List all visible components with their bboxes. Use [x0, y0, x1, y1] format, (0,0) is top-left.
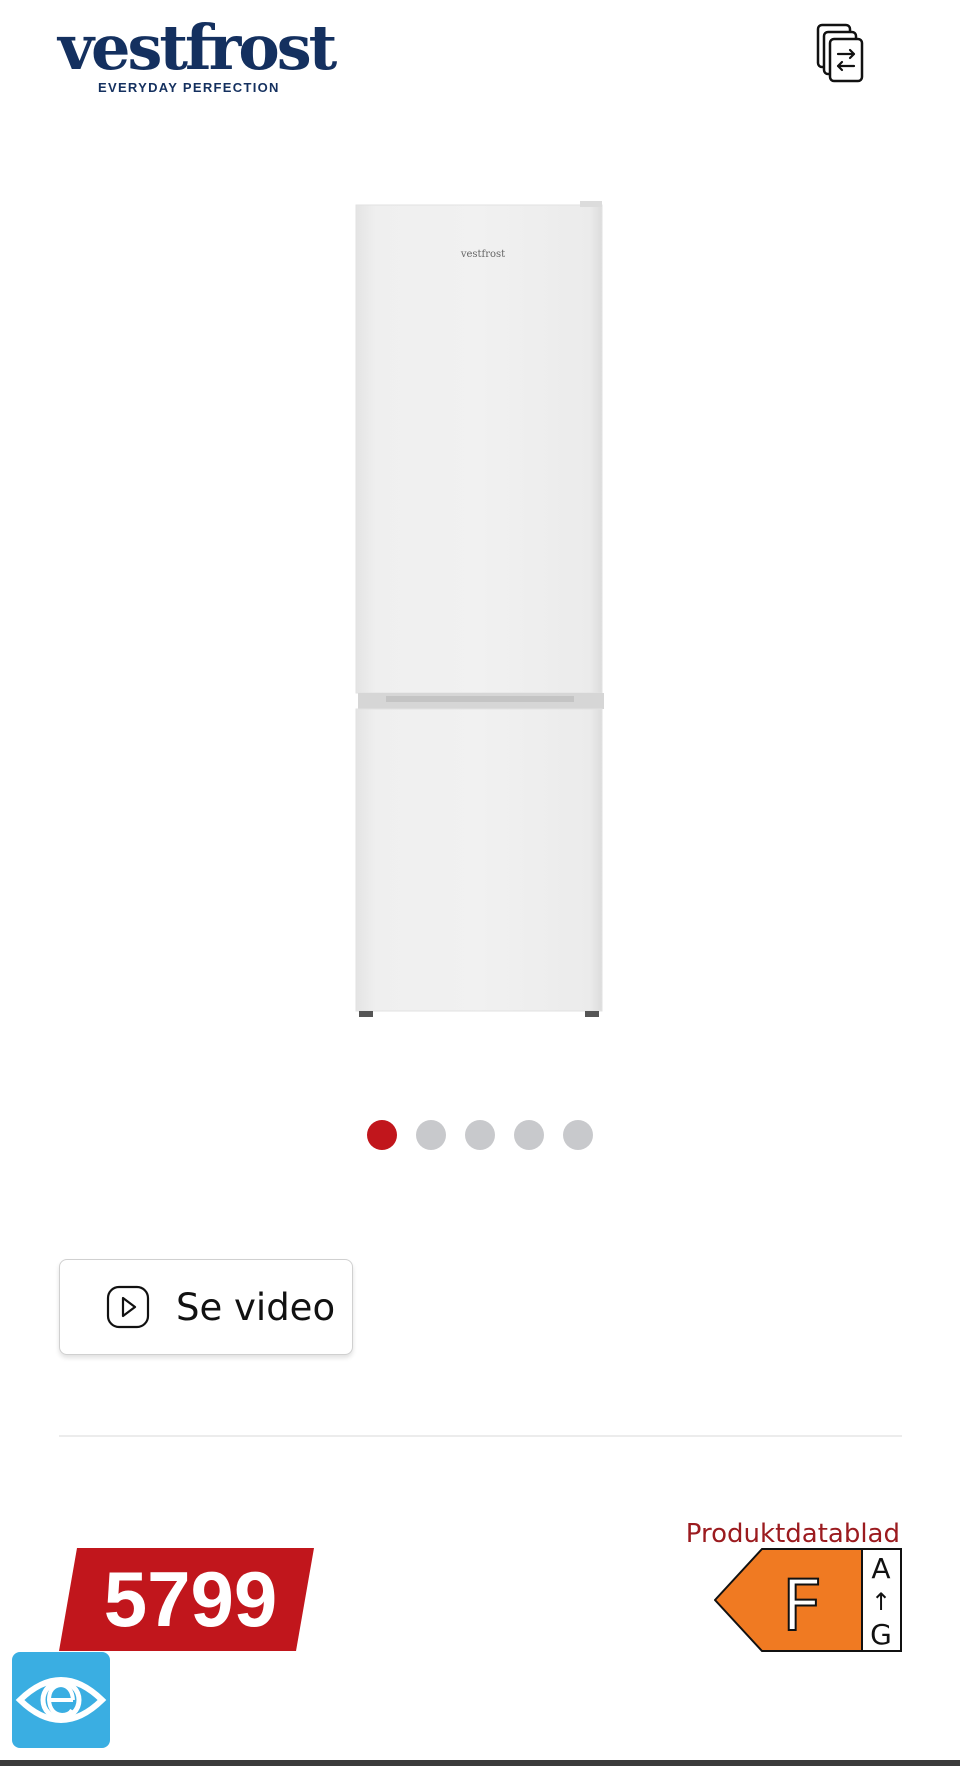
product-image[interactable]: vestfrost: [340, 195, 620, 1030]
energy-scale-top: A: [871, 1552, 890, 1585]
price-value: 5799: [103, 1555, 278, 1643]
energy-scale-bottom: G: [870, 1618, 892, 1651]
brand-logo-wordmark: vestfrost: [58, 11, 337, 84]
play-icon: [106, 1285, 150, 1329]
gallery-dot-2[interactable]: [416, 1120, 446, 1150]
gallery-dot-1[interactable]: [367, 1120, 397, 1150]
watch-video-button[interactable]: Se video: [59, 1259, 353, 1355]
energy-scale-arrow: ↑: [871, 1588, 891, 1616]
gallery-dot-3[interactable]: [465, 1120, 495, 1150]
energy-label-graphic: F A ↑ G: [713, 1548, 903, 1652]
eye-accessibility-icon: [15, 1677, 107, 1723]
brand-tagline: EVERYDAY PERFECTION: [98, 80, 280, 95]
compare-icon: [816, 23, 864, 83]
gallery-dot-5[interactable]: [563, 1120, 593, 1150]
gallery-pagination: [367, 1120, 593, 1150]
energy-class-letter: F: [782, 1565, 822, 1647]
fridge-freezer-image: vestfrost: [355, 201, 604, 1017]
watch-video-label: Se video: [176, 1285, 336, 1329]
brand-logo[interactable]: vestfrost EVERYDAY PERFECTION: [58, 8, 337, 98]
gallery-dot-4[interactable]: [514, 1120, 544, 1150]
section-divider: [59, 1435, 902, 1437]
product-datasheet-link[interactable]: Produktdatablad: [686, 1519, 900, 1549]
bottom-bar: [0, 1760, 960, 1766]
compare-button[interactable]: [812, 20, 872, 90]
accessibility-button[interactable]: [12, 1652, 110, 1748]
price-badge: 5799: [59, 1548, 314, 1651]
fridge-brand-mark: vestfrost: [460, 249, 505, 260]
energy-label-button[interactable]: F A ↑ G: [713, 1548, 903, 1652]
